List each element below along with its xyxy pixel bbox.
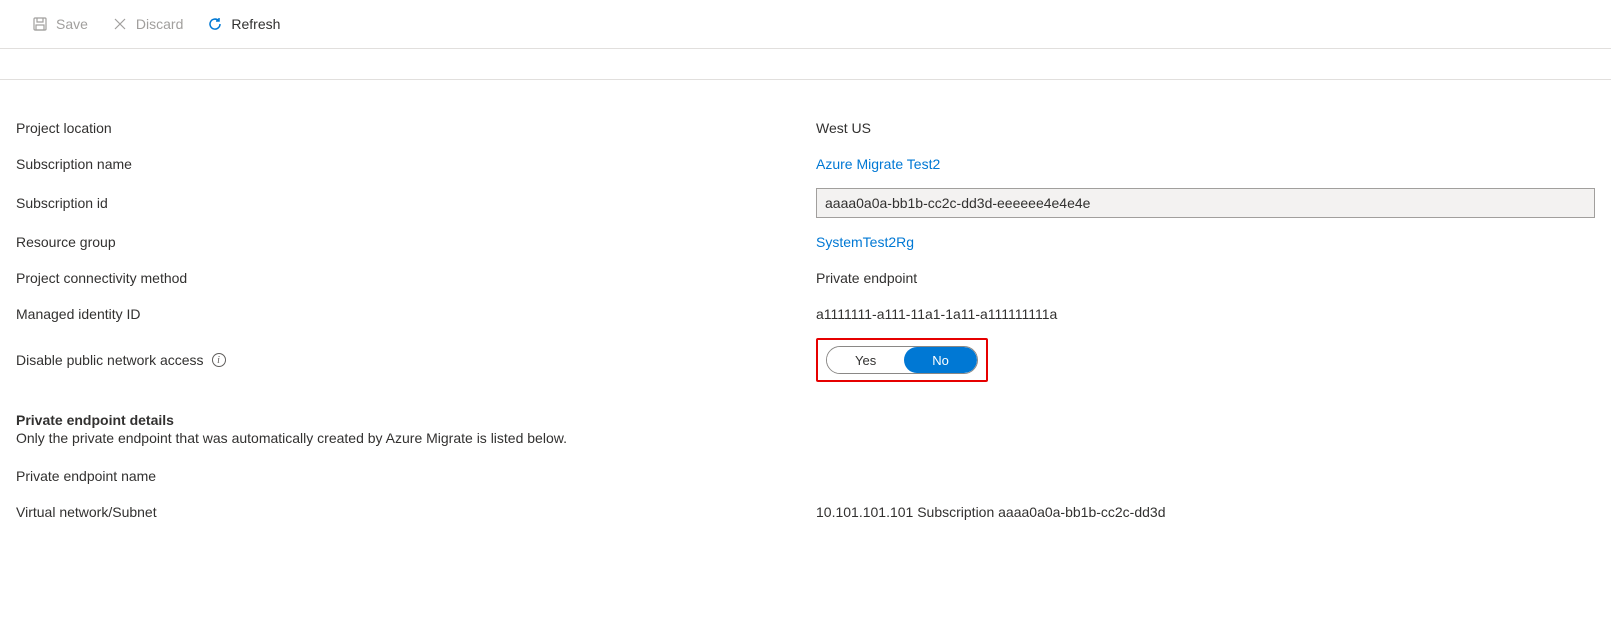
properties-panel: Project location West US Subscription na… — [0, 79, 1611, 530]
save-label: Save — [56, 16, 88, 32]
toggle-highlight-box: Yes No — [816, 338, 988, 382]
row-subscription-id: Subscription id — [0, 182, 1611, 224]
label-private-endpoint-name: Private endpoint name — [16, 468, 816, 484]
toggle-option-no[interactable]: No — [904, 347, 977, 373]
save-button[interactable]: Save — [24, 12, 96, 36]
input-subscription-id[interactable] — [816, 188, 1595, 218]
refresh-button[interactable]: Refresh — [199, 12, 288, 36]
row-connectivity-method: Project connectivity method Private endp… — [0, 260, 1611, 296]
label-managed-identity-id: Managed identity ID — [16, 306, 816, 322]
value-connectivity-method: Private endpoint — [816, 270, 1595, 286]
refresh-label: Refresh — [231, 16, 280, 32]
label-connectivity-method: Project connectivity method — [16, 270, 816, 286]
private-endpoint-details-note: Only the private endpoint that was autom… — [0, 430, 1611, 458]
label-subscription-name: Subscription name — [16, 156, 816, 172]
refresh-icon — [207, 16, 223, 32]
row-private-endpoint-name: Private endpoint name — [0, 458, 1611, 494]
label-resource-group: Resource group — [16, 234, 816, 250]
label-disable-public-access: Disable public network access — [16, 352, 204, 368]
row-resource-group: Resource group SystemTest2Rg — [0, 224, 1611, 260]
toolbar: Save Discard Refresh — [0, 0, 1611, 49]
toggle-option-yes[interactable]: Yes — [827, 347, 904, 373]
label-subscription-id: Subscription id — [16, 195, 816, 211]
public-access-toggle: Yes No — [826, 346, 978, 374]
row-managed-identity-id: Managed identity ID a1111111-a111-11a1-1… — [0, 296, 1611, 332]
value-vnet-subnet: 10.101.101.101 Subscription aaaa0a0a-bb1… — [816, 504, 1595, 520]
save-icon — [32, 16, 48, 32]
discard-label: Discard — [136, 16, 183, 32]
row-subscription-name: Subscription name Azure Migrate Test2 — [0, 146, 1611, 182]
row-vnet-subnet: Virtual network/Subnet 10.101.101.101 Su… — [0, 494, 1611, 530]
link-resource-group[interactable]: SystemTest2Rg — [816, 234, 914, 250]
info-icon[interactable]: i — [212, 353, 226, 367]
label-project-location: Project location — [16, 120, 816, 136]
private-endpoint-details-header: Private endpoint details — [0, 388, 1611, 430]
value-managed-identity-id: a1111111-a111-11a1-1a11-a111111111a — [816, 306, 1595, 322]
discard-button[interactable]: Discard — [104, 12, 191, 36]
link-subscription-name[interactable]: Azure Migrate Test2 — [816, 156, 940, 172]
value-project-location: West US — [816, 120, 1595, 136]
close-icon — [112, 16, 128, 32]
row-project-location: Project location West US — [0, 110, 1611, 146]
label-vnet-subnet: Virtual network/Subnet — [16, 504, 816, 520]
row-disable-public-access: Disable public network access i Yes No — [0, 332, 1611, 388]
